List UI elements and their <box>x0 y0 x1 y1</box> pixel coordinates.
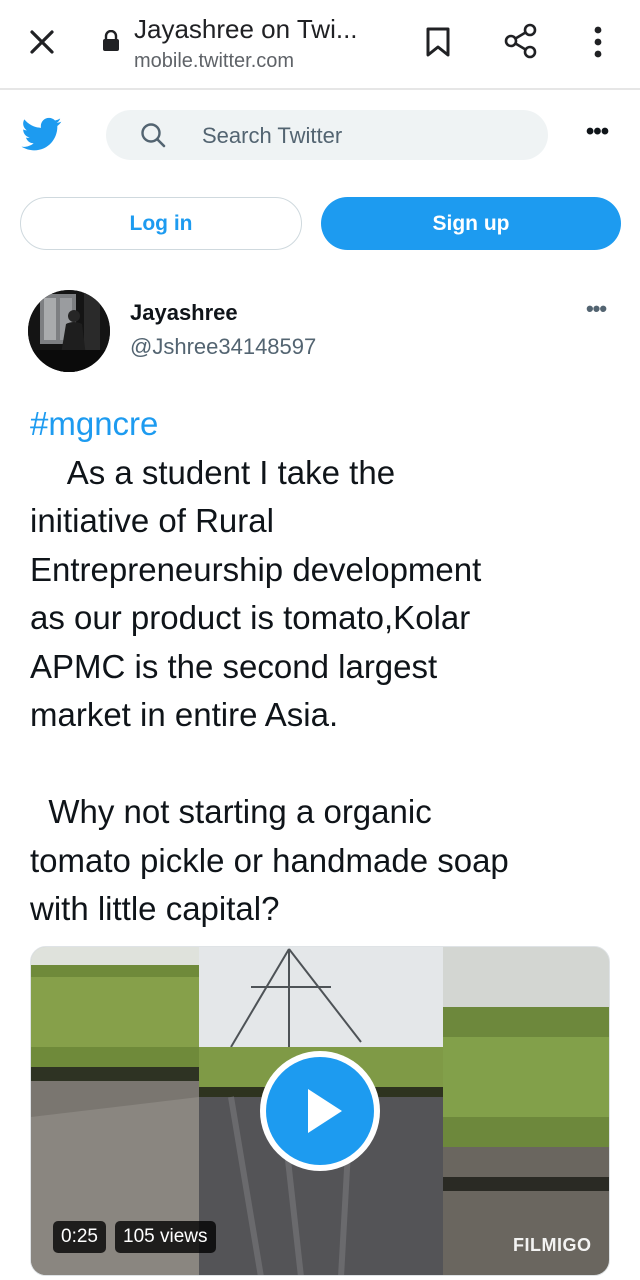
tweet-more-icon[interactable]: ••• <box>580 296 612 324</box>
search-input[interactable]: Search Twitter <box>106 110 548 160</box>
more-vertical-icon[interactable] <box>584 22 612 62</box>
login-button[interactable]: Log in <box>20 197 302 250</box>
lock-icon <box>103 30 119 51</box>
search-icon <box>141 123 166 148</box>
user-display-name[interactable]: Jayashree <box>130 300 238 326</box>
hashtag-link[interactable]: #mgncre <box>30 405 158 442</box>
video-duration: 0:25 <box>53 1221 106 1253</box>
more-options-icon[interactable]: ••• <box>582 118 612 148</box>
user-handle[interactable]: @Jshree34148597 <box>130 334 316 360</box>
watermark-text: FILMIGO <box>513 1235 592 1255</box>
play-button[interactable] <box>260 1051 380 1171</box>
tweet-text: As a student I take the initiative of Ru… <box>30 453 509 928</box>
video-player[interactable]: 0:25 105 views FILMIGO <box>30 946 610 1276</box>
share-icon[interactable] <box>502 22 540 60</box>
close-icon[interactable] <box>24 24 60 60</box>
bookmark-icon[interactable] <box>420 24 456 60</box>
avatar[interactable] <box>28 290 110 372</box>
play-icon <box>308 1089 342 1133</box>
page-url[interactable]: mobile.twitter.com <box>134 50 294 73</box>
tweet-body: #mgncre As a student I take the initiati… <box>30 400 620 934</box>
signup-button[interactable]: Sign up <box>321 197 621 250</box>
search-placeholder: Search Twitter <box>202 123 343 148</box>
page-title[interactable]: Jayashree on Twi... <box>134 14 358 45</box>
video-views: 105 views <box>115 1221 216 1253</box>
twitter-logo-icon[interactable] <box>20 114 64 154</box>
browser-toolbar: Jayashree on Twi... mobile.twitter.com <box>0 0 640 90</box>
